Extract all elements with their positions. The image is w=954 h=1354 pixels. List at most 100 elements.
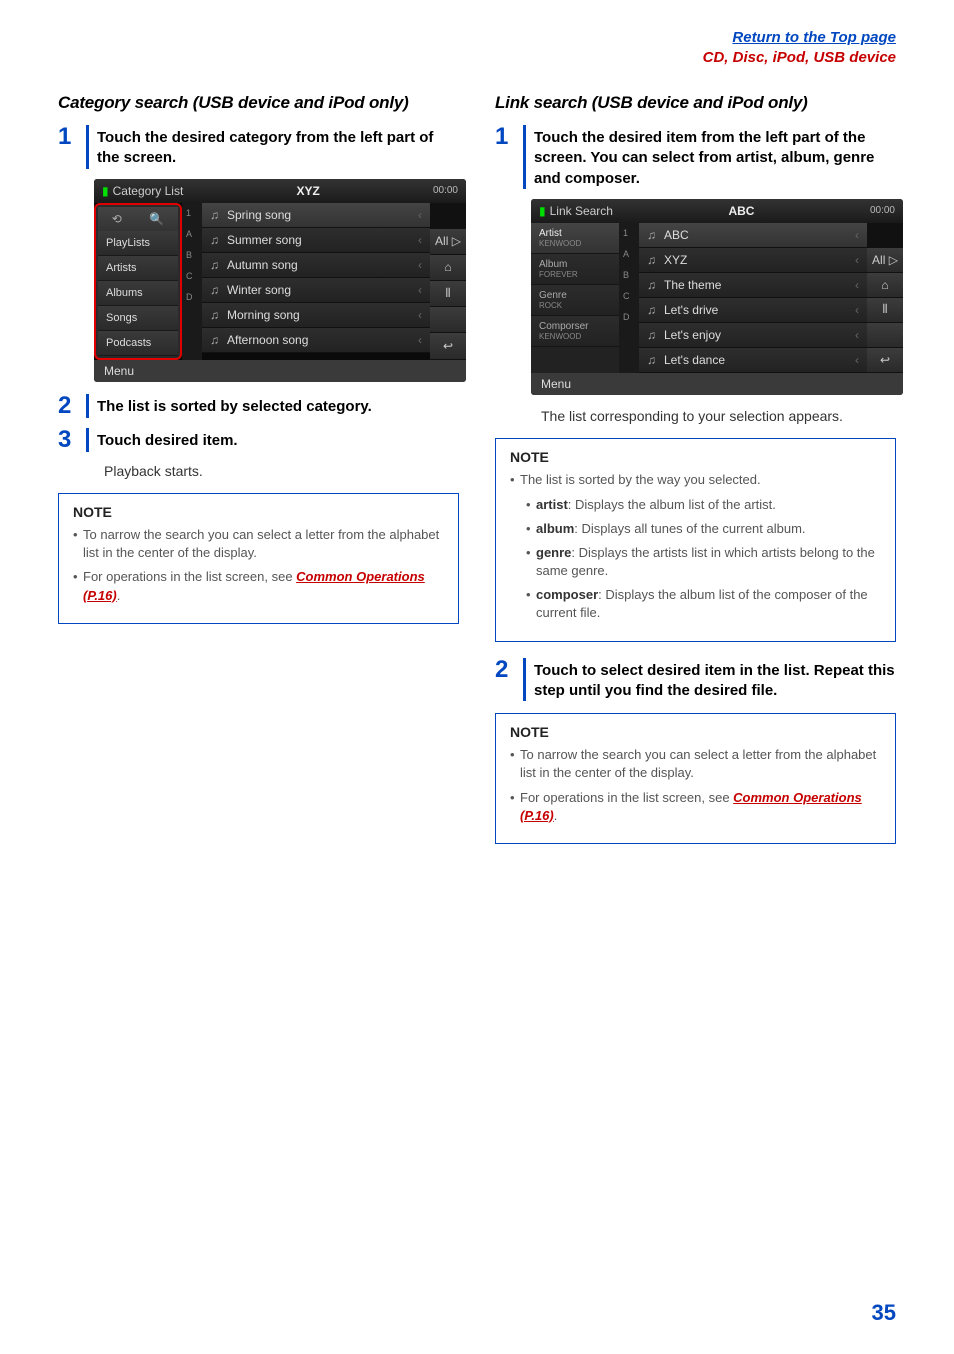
rbtn-home[interactable]: ⌂ [430, 255, 466, 281]
music-icon: ♫ [647, 303, 658, 317]
rbtn-all[interactable]: All ▷ [867, 248, 903, 273]
music-icon: ♫ [210, 308, 221, 322]
link-artist[interactable]: ArtistKENWOOD [531, 223, 619, 254]
list-item[interactable]: ♫Autumn song‹ [202, 253, 430, 278]
rbtn[interactable] [867, 323, 903, 348]
chevron-icon: ‹ [418, 208, 422, 222]
rbtn-back[interactable]: ↩ [430, 333, 466, 359]
music-icon: ♫ [210, 233, 221, 247]
shot-title: XYZ [183, 184, 433, 198]
step-number: 1 [58, 125, 86, 169]
page-number: 35 [872, 1300, 896, 1326]
note-text: To narrow the search you can select a le… [83, 526, 444, 562]
list-item[interactable]: ♫Let's enjoy‹ [639, 323, 867, 348]
return-top-link[interactable]: Return to the Top page [732, 29, 896, 46]
cat-artists[interactable]: Artists [98, 256, 178, 281]
step-number: 3 [58, 428, 86, 452]
note-text: The list is sorted by the way you select… [520, 471, 761, 489]
marker-icon: ▮ [102, 184, 109, 198]
cat-playlists[interactable]: PlayLists [98, 231, 178, 256]
note-box: NOTE •To narrow the search you can selec… [495, 713, 896, 844]
music-icon: ♫ [210, 258, 221, 272]
rbtn-all[interactable]: All ▷ [430, 229, 466, 255]
folder-icon: ⟲ [112, 212, 122, 226]
link-album[interactable]: AlbumFOREVER [531, 254, 619, 285]
list-item[interactable]: ♫Morning song‹ [202, 303, 430, 328]
alpha-list[interactable]: 1ABCD [619, 223, 639, 373]
shot-clock: 00:00 [870, 205, 895, 216]
rbtn-back[interactable]: ↩ [867, 348, 903, 373]
category-search-title: Category search (USB device and iPod onl… [58, 93, 459, 113]
music-icon: ♫ [210, 283, 221, 297]
note-title: NOTE [73, 504, 444, 520]
note-box: NOTE •To narrow the search you can selec… [58, 493, 459, 624]
note-text: For operations in the list screen, see C… [520, 789, 881, 825]
right-buttons: All ▷ ⌂ ⫴ ↩ [430, 203, 466, 360]
step-1-text: Touch the desired item from the left par… [534, 125, 896, 189]
note-text: For operations in the list screen, see C… [83, 568, 444, 604]
note-text: genre: Displays the artists list in whic… [536, 544, 881, 580]
list-item[interactable]: ♫Spring song‹ [202, 203, 430, 228]
step-1-text: Touch the desired category from the left… [97, 125, 459, 169]
note-title: NOTE [510, 449, 881, 465]
shot-menu[interactable]: Menu [531, 373, 903, 395]
music-icon: ♫ [647, 278, 658, 292]
note-title: NOTE [510, 724, 881, 740]
shot-tab: Link Search [550, 204, 613, 218]
music-icon: ♫ [647, 228, 658, 242]
music-icon: ♫ [647, 253, 658, 267]
step-2-text: The list is sorted by selected category. [97, 394, 372, 418]
step-1-sub: The list corresponding to your selection… [541, 407, 896, 427]
breadcrumb: CD, Disc, iPod, USB device [703, 49, 896, 66]
rbtn-grid[interactable]: ⫴ [867, 298, 903, 323]
shot-title: ABC [613, 204, 870, 218]
step-number: 2 [495, 658, 523, 702]
note-box: NOTE •The list is sorted by the way you … [495, 438, 896, 641]
shot-clock: 00:00 [433, 185, 458, 196]
rbtn[interactable] [430, 307, 466, 333]
list-item[interactable]: ♫Winter song‹ [202, 278, 430, 303]
alpha-list[interactable]: 1ABCD [182, 203, 202, 360]
shot-menu[interactable]: Menu [94, 360, 466, 382]
list-item[interactable]: ♫Let's drive‹ [639, 298, 867, 323]
link-search-screenshot: ▮ Link Search ABC 00:00 ArtistKENWOOD Al… [531, 199, 903, 395]
page-header: Return to the Top page CD, Disc, iPod, U… [58, 28, 896, 67]
step-3-text: Touch desired item. [97, 428, 238, 452]
list-item[interactable]: ♫XYZ‹ [639, 248, 867, 273]
marker-icon: ▮ [539, 204, 546, 218]
rbtn[interactable] [867, 223, 903, 248]
step-number: 1 [495, 125, 523, 189]
note-text: album: Displays all tunes of the current… [536, 520, 806, 538]
link-genre[interactable]: GenreROCK [531, 285, 619, 316]
music-icon: ♫ [210, 208, 221, 222]
song-list: ♫ABC‹ ♫XYZ‹ ♫The theme‹ ♫Let's drive‹ ♫L… [639, 223, 867, 373]
step-2-text: Touch to select desired item in the list… [534, 658, 896, 702]
music-icon: ♫ [210, 333, 221, 347]
category-sidebar: ⟲ 🔍 PlayLists Artists Albums Songs Podca… [94, 203, 182, 360]
list-item[interactable]: ♫The theme‹ [639, 273, 867, 298]
rbtn-grid[interactable]: ⫴ [430, 281, 466, 307]
list-item[interactable]: ♫Afternoon song‹ [202, 328, 430, 353]
rbtn-home[interactable]: ⌂ [867, 273, 903, 298]
link-sidebar: ArtistKENWOOD AlbumFOREVER GenreROCK Com… [531, 223, 619, 373]
list-item[interactable]: ♫ABC‹ [639, 223, 867, 248]
list-item[interactable]: ♫Let's dance‹ [639, 348, 867, 373]
right-column: Link search (USB device and iPod only) 1… [495, 85, 896, 844]
cat-podcasts[interactable]: Podcasts [98, 331, 178, 356]
link-composer[interactable]: ComporserKENWOOD [531, 316, 619, 347]
link-search-title: Link search (USB device and iPod only) [495, 93, 896, 113]
step-3-sub: Playback starts. [104, 462, 459, 482]
music-icon: ♫ [647, 353, 658, 367]
list-item[interactable]: ♫Summer song‹ [202, 228, 430, 253]
cat-songs[interactable]: Songs [98, 306, 178, 331]
category-list-screenshot: ▮ Category List XYZ 00:00 ⟲ 🔍 PlayLists … [94, 179, 466, 382]
rbtn[interactable] [430, 203, 466, 229]
right-buttons: All ▷ ⌂ ⫴ ↩ [867, 223, 903, 373]
song-list: ♫Spring song‹ ♫Summer song‹ ♫Autumn song… [202, 203, 430, 360]
cat-albums[interactable]: Albums [98, 281, 178, 306]
search-icon: 🔍 [149, 212, 164, 226]
note-text: artist: Displays the album list of the a… [536, 496, 776, 514]
step-number: 2 [58, 394, 86, 418]
note-text: To narrow the search you can select a le… [520, 746, 881, 782]
shot-tab: Category List [113, 184, 184, 198]
